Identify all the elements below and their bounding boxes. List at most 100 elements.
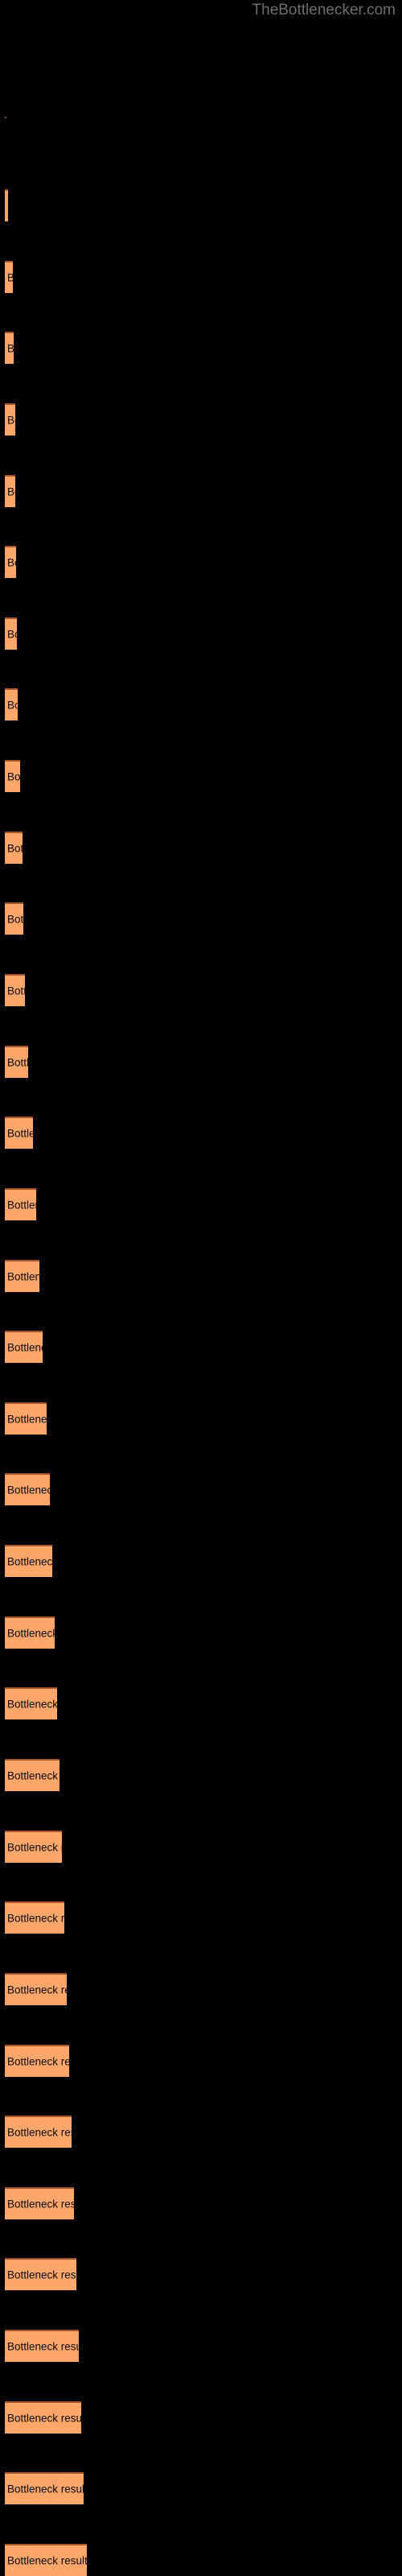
chart-bar-row[interactable]: Bottleneck result (5, 760, 391, 792)
chart-bar-label: Bottleneck result (7, 1270, 39, 1283)
chart-bar-row[interactable]: Bottleneck result (5, 1402, 391, 1435)
chart-bar-label: Bottleneck result (7, 2268, 76, 2281)
chart-bar[interactable]: Bottleneck result (5, 403, 15, 436)
chart-bar[interactable]: Bottleneck result (5, 1901, 64, 1934)
chart-bar[interactable]: Bottleneck result (5, 688, 18, 720)
chart-bar-row[interactable]: Bottleneck result (5, 475, 391, 507)
chart-bar-row[interactable]: Bottleneck result (5, 2472, 391, 2504)
chart-bar[interactable]: Bottleneck result (5, 1973, 67, 2005)
chart-bar-row[interactable]: Bottleneck result (5, 403, 391, 436)
chart-bar-label: Bottleneck result (7, 485, 15, 498)
chart-bar-row[interactable]: Bottleneck result (5, 1616, 391, 1649)
chart-bar-row[interactable]: Bottleneck result (5, 1260, 391, 1292)
chart-bar-label: Bottleneck result (7, 699, 18, 712)
chart-bar[interactable]: Bottleneck result (5, 2258, 76, 2290)
chart-bar-label: Bottleneck result (7, 1627, 55, 1640)
chart-bar-row[interactable]: Bottleneck result (5, 974, 391, 1006)
chart-bar[interactable]: Bottleneck result (5, 617, 17, 650)
chart-bar[interactable]: Bottleneck result (5, 1046, 28, 1078)
chart-bar-label: Bottleneck result (7, 1484, 50, 1496)
chart-bar-row[interactable]: Bottleneck result (5, 189, 391, 221)
axis-tick-marker (5, 117, 6, 118)
chart-bar-row[interactable]: Bottleneck result (5, 2401, 391, 2434)
chart-bar-label: Bottleneck result (7, 770, 20, 783)
chart-bar[interactable]: Bottleneck result (5, 1473, 50, 1505)
chart-bar-label: Bottleneck result (7, 2198, 74, 2211)
chart-bar-label: Bottleneck result (7, 2412, 81, 2425)
chart-bar[interactable]: Bottleneck result (5, 902, 23, 935)
chart-bar-row[interactable]: Bottleneck result (5, 2258, 391, 2290)
chart-bar-label: Bottleneck result (7, 556, 16, 569)
chart-bar-row[interactable]: Bottleneck result (5, 2544, 391, 2576)
chart-bar-label: Bottleneck result (7, 272, 13, 284)
chart-bar-row[interactable]: Bottleneck result (5, 2187, 391, 2219)
chart-bar[interactable]: Bottleneck result (5, 832, 23, 864)
chart-bar-row[interactable]: Bottleneck result (5, 1188, 391, 1220)
chart-bar-row[interactable]: Bottleneck result (5, 1831, 391, 1863)
chart-bar[interactable]: Bottleneck result (5, 974, 25, 1006)
chart-bar-label: Bottleneck result (7, 1912, 64, 1925)
chart-bar-row[interactable]: Bottleneck result (5, 1545, 391, 1577)
chart-bar[interactable]: Bottleneck result (5, 1188, 36, 1220)
chart-bar-label: Bottleneck result (7, 1056, 28, 1069)
chart-bar[interactable]: Bottleneck result (5, 2045, 69, 2077)
chart-bar-label: Bottleneck result (7, 200, 8, 213)
chart-bar-row[interactable]: Bottleneck result (5, 2116, 391, 2148)
chart-bar-label: Bottleneck result (7, 1127, 33, 1140)
chart-bar[interactable]: Bottleneck result (5, 1117, 33, 1149)
chart-bar[interactable]: Bottleneck result (5, 2472, 84, 2504)
chart-bar[interactable]: Bottleneck result (5, 1759, 59, 1791)
chart-bar-row[interactable]: Bottleneck result (5, 1117, 391, 1149)
chart-bar-row[interactable]: Bottleneck result (5, 1046, 391, 1078)
chart-bar[interactable]: Bottleneck result (5, 2401, 81, 2434)
chart-bar-label: Bottleneck result (7, 1555, 52, 1568)
chart-bar-row[interactable]: Bottleneck result (5, 332, 391, 364)
chart-bar-label: Bottleneck result (7, 913, 23, 926)
chart-bar[interactable]: Bottleneck result (5, 475, 15, 507)
chart-bar[interactable]: Bottleneck result (5, 1687, 57, 1719)
chart-bar-label: Bottleneck result (7, 2055, 69, 2068)
chart-bar[interactable]: Bottleneck result (5, 1831, 62, 1863)
chart-bar-row[interactable]: Bottleneck result (5, 2330, 391, 2362)
chart-bar[interactable]: Bottleneck result (5, 332, 14, 364)
chart-bar-label: Bottleneck result (7, 985, 25, 997)
chart-bar-row[interactable]: Bottleneck result (5, 1901, 391, 1934)
chart-bar-label: Bottleneck result (7, 1984, 67, 1996)
bottleneck-bar-chart: Bottleneck result Bottleneck result Bottle… (0, 0, 402, 2576)
chart-bar-row[interactable]: Bottleneck result (5, 902, 391, 935)
chart-bar-label: Bottleneck result (7, 2340, 79, 2353)
chart-bar[interactable]: Bottleneck result (5, 2187, 74, 2219)
chart-bar-row[interactable]: Bottleneck result (5, 2045, 391, 2077)
chart-bar[interactable]: Bottleneck result (5, 1260, 39, 1292)
chart-bar-row[interactable]: Bottleneck result (5, 546, 391, 578)
chart-bar-label: Bottleneck result (7, 1199, 36, 1212)
chart-bar[interactable]: Bottleneck result (5, 2116, 72, 2148)
chart-bar-label: Bottleneck result (7, 1341, 43, 1354)
chart-bar-label: Bottleneck result (7, 414, 15, 427)
chart-bar[interactable]: Bottleneck result (5, 2330, 79, 2362)
chart-bar-label: Bottleneck result (7, 343, 14, 355)
chart-bar[interactable]: Bottleneck result (5, 261, 13, 293)
chart-bar-label: Bottleneck result (7, 2554, 87, 2567)
chart-bar[interactable]: Bottleneck result (5, 1331, 43, 1363)
chart-bar[interactable]: Bottleneck result (5, 546, 16, 578)
chart-bar[interactable]: Bottleneck result (5, 1616, 55, 1649)
chart-bar-row[interactable]: Bottleneck result (5, 1759, 391, 1791)
chart-bar-row[interactable]: Bottleneck result (5, 617, 391, 650)
chart-bar[interactable]: Bottleneck result (5, 1402, 47, 1435)
chart-bar-row[interactable]: Bottleneck result (5, 1687, 391, 1719)
chart-bar[interactable]: Bottleneck result (5, 189, 8, 221)
chart-bar-label: Bottleneck result (7, 1413, 47, 1426)
chart-bar[interactable]: Bottleneck result (5, 2544, 87, 2576)
chart-bar[interactable]: Bottleneck result (5, 760, 20, 792)
chart-bar-label: Bottleneck result (7, 1769, 59, 1782)
chart-bar[interactable]: Bottleneck result (5, 1545, 52, 1577)
chart-bar-row[interactable]: Bottleneck result (5, 1973, 391, 2005)
chart-bar-row[interactable]: Bottleneck result (5, 1473, 391, 1505)
chart-bar-label: Bottleneck result (7, 2126, 72, 2139)
chart-bar-label: Bottleneck result (7, 1841, 62, 1854)
chart-bar-row[interactable]: Bottleneck result (5, 1331, 391, 1363)
chart-bar-row[interactable]: Bottleneck result (5, 688, 391, 720)
chart-bar-row[interactable]: Bottleneck result (5, 832, 391, 864)
chart-bar-row[interactable]: Bottleneck result (5, 261, 391, 293)
